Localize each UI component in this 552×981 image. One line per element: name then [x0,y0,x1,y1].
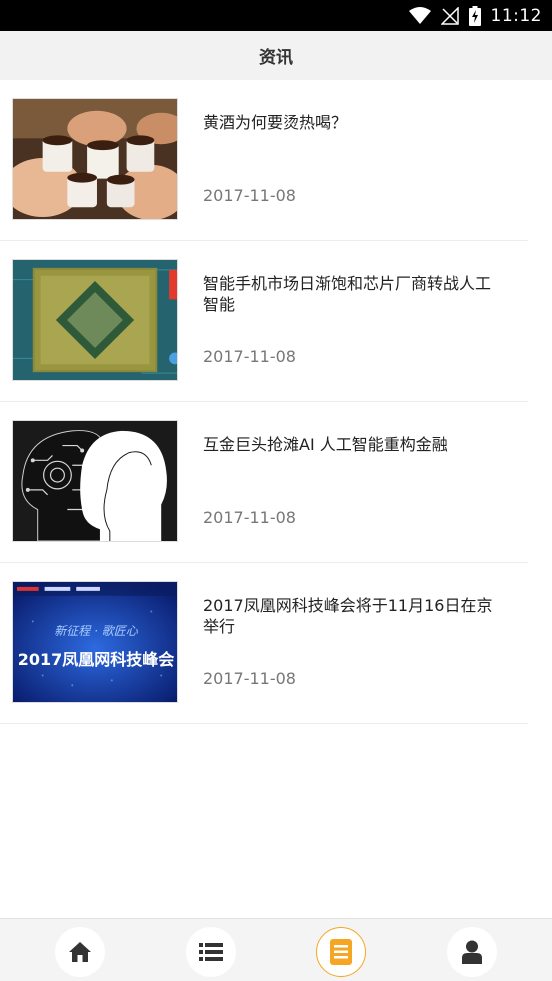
divider [0,723,528,724]
summit-banner-subtitle: 新征程 · 歌匠心 [54,624,138,638]
news-title: 互金巨头抢滩AI 人工智能重构金融 [203,435,448,454]
status-time: 11:12 [490,5,542,26]
list-icon [199,943,223,961]
battery-charging-icon [468,5,481,26]
news-icon [330,939,352,965]
nav-user-button[interactable] [447,927,497,977]
news-date: 2017-11-08 [203,669,296,688]
wifi-icon [408,6,431,24]
news-date: 2017-11-08 [203,347,296,366]
news-list: 黄酒为何要烫热喝？ 2017-11-08 智能手机市场日渐饱和芯片厂商转战人工智… [0,80,552,724]
nav-list-button[interactable] [186,927,236,977]
bottom-nav [0,918,552,981]
news-item[interactable]: 新征程 · 歌匠心 2017凤凰网科技峰会 2017凤凰网科技峰会将于11月16… [0,563,552,724]
news-item[interactable]: 黄酒为何要烫热喝？ 2017-11-08 [0,80,552,241]
toasting-cups-image [12,98,178,220]
news-item[interactable]: 互金巨头抢滩AI 人工智能重构金融 2017-11-08 [0,402,552,563]
summit-banner-image: 新征程 · 歌匠心 2017凤凰网科技峰会 [12,581,178,703]
news-date: 2017-11-08 [203,186,296,205]
ai-head-image [12,420,178,542]
home-icon [69,942,91,962]
news-title: 2017凤凰网科技峰会将于11月16日在京举行 [203,596,493,636]
page-title: 资讯 [259,48,293,68]
user-icon [462,940,482,964]
status-bar: 11:12 [0,0,552,31]
nav-home-button[interactable] [55,927,105,977]
news-item[interactable]: 智能手机市场日渐饱和芯片厂商转战人工智能 2017-11-08 [0,241,552,402]
news-date: 2017-11-08 [203,508,296,527]
title-bar: 资讯 [0,31,552,80]
news-title: 黄酒为何要烫热喝？ [203,113,348,132]
summit-banner-title: 2017凤凰网科技峰会 [17,650,175,669]
nav-news-button[interactable] [316,927,366,977]
no-signal-icon [440,6,459,25]
news-title: 智能手机市场日渐饱和芯片厂商转战人工智能 [203,274,492,314]
status-icons: 11:12 [408,0,543,31]
cpu-chip-image [12,259,178,381]
